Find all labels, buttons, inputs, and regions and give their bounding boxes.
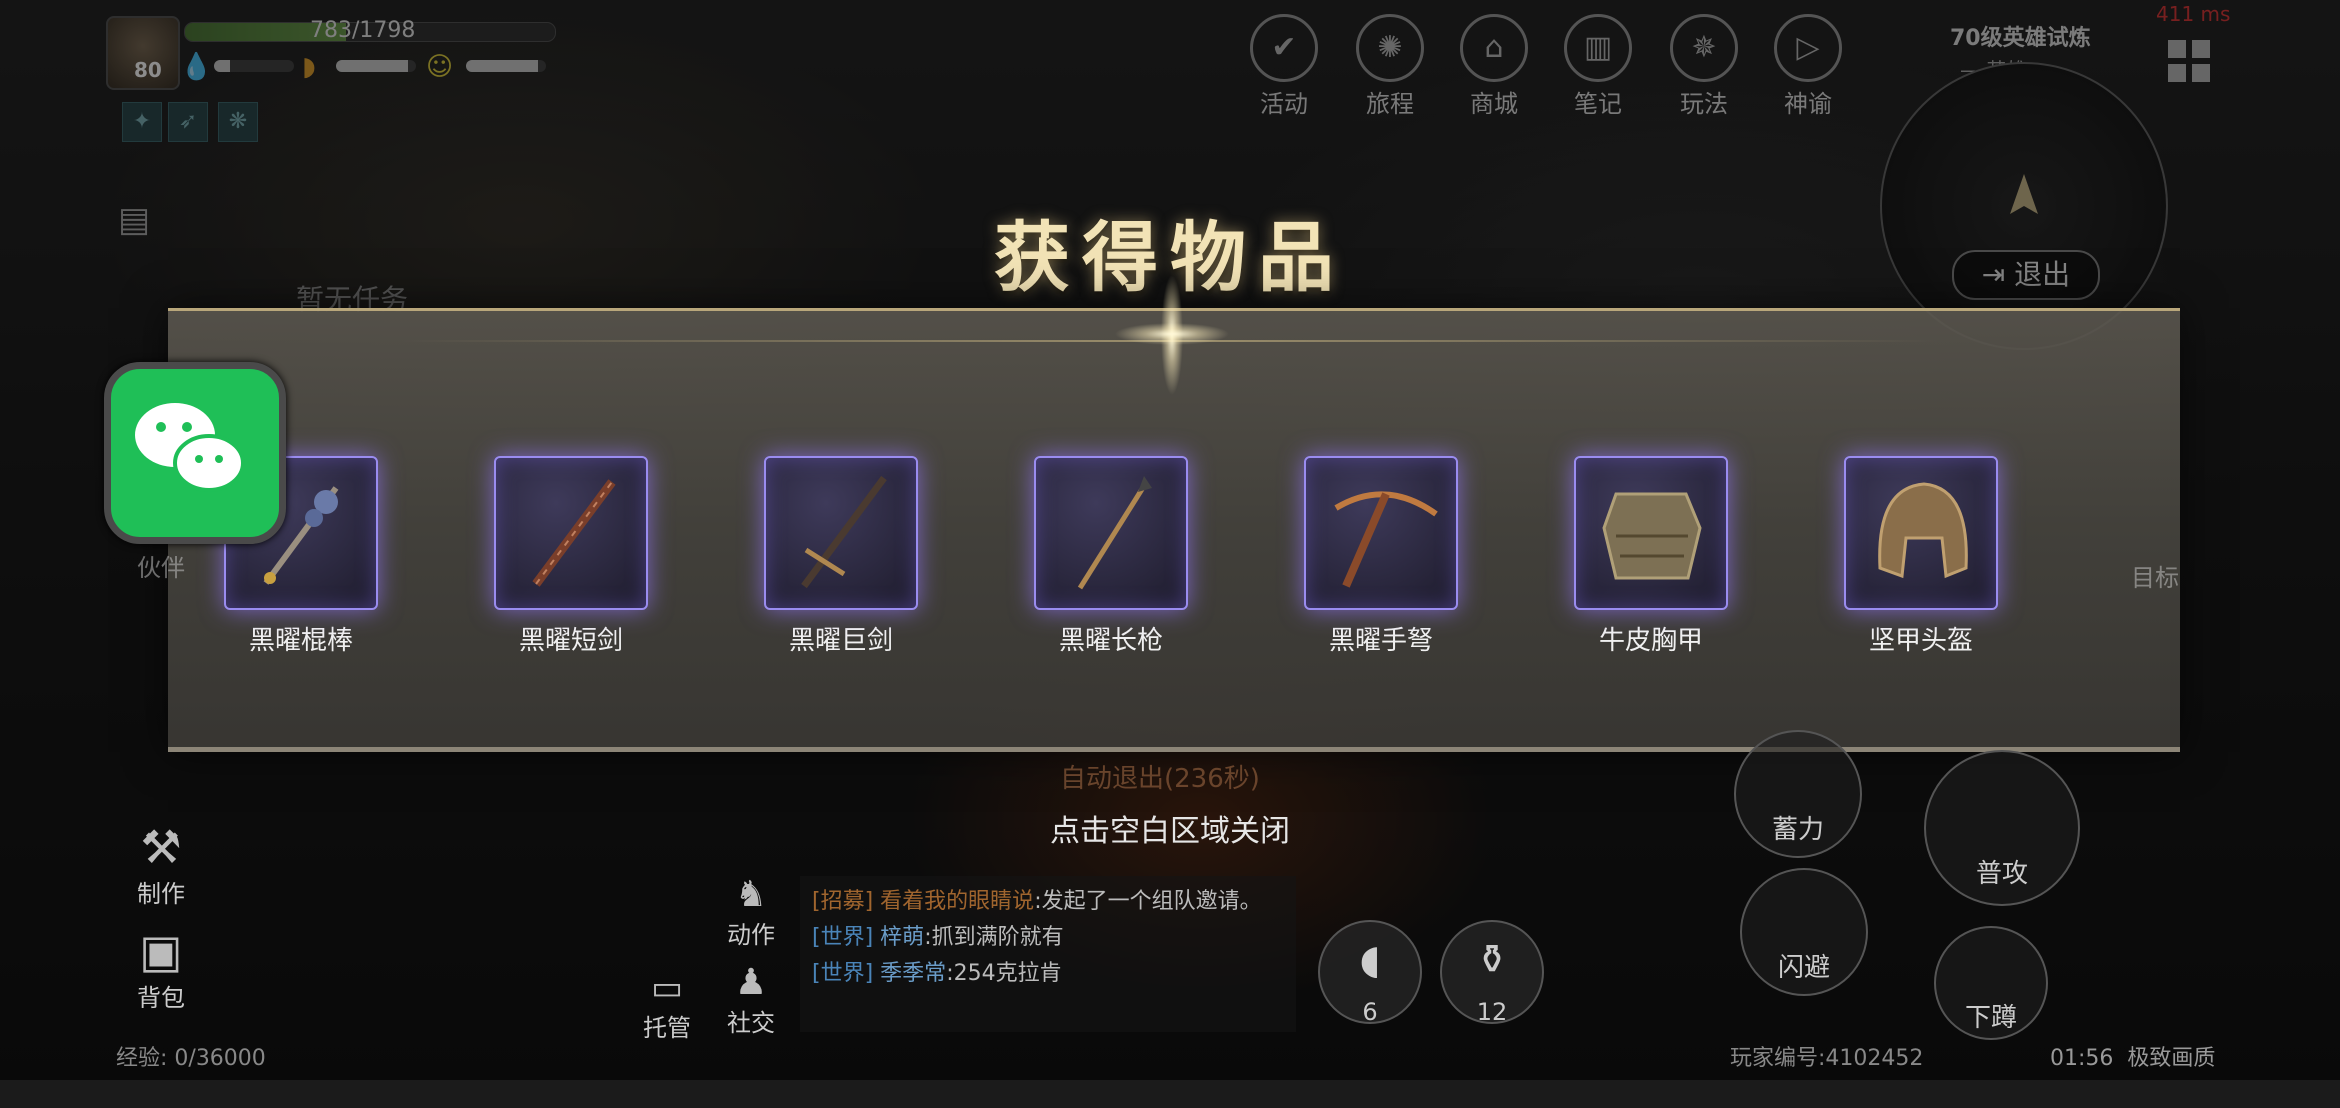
attack-skill-button[interactable]: 普攻 bbox=[1924, 750, 2080, 906]
hammer-icon: ⚒ bbox=[140, 820, 182, 874]
reward-item[interactable]: 坚甲头盔 bbox=[1844, 456, 1998, 657]
wechat-float-button[interactable] bbox=[104, 362, 286, 544]
potion-icon: ⚱ bbox=[1475, 937, 1509, 983]
short-sword-icon bbox=[494, 456, 648, 610]
action-button[interactable]: ♞ 动作 bbox=[706, 874, 796, 950]
spear-icon bbox=[1034, 456, 1188, 610]
player-id: 玩家编号:4102452 bbox=[1730, 1046, 1924, 1071]
auto-button[interactable]: ▭ 托管 bbox=[622, 968, 712, 1043]
reward-item[interactable]: 黑曜短剑 bbox=[494, 456, 648, 657]
quick-slot-potion[interactable]: ⚱ 12 bbox=[1440, 920, 1544, 1026]
exp-text: 经验: 0/36000 bbox=[116, 1046, 266, 1071]
chat-line: [世界] 梓萌:抓到满阶就有 bbox=[812, 925, 1064, 950]
meat-icon: ◖ bbox=[1359, 937, 1381, 983]
bag-button[interactable]: ▣ 背包 bbox=[116, 924, 206, 1013]
crouch-skill-button[interactable]: 下蹲 bbox=[1934, 926, 2048, 1040]
action-pose-icon: ♞ bbox=[734, 874, 768, 915]
charge-skill-button[interactable]: 蓄力 bbox=[1734, 730, 1862, 858]
auto-exit-countdown: 自动退出(236秒) bbox=[1060, 764, 1260, 794]
partner-button[interactable]: 伙伴 bbox=[116, 548, 206, 583]
chat-line: [招募] 看着我的眼睛说:发起了一个组队邀请。 bbox=[812, 889, 1262, 914]
sparkle-icon bbox=[1110, 322, 1234, 346]
wechat-icon bbox=[135, 403, 245, 492]
dodge-skill-button[interactable]: 闪避 bbox=[1740, 868, 1868, 996]
backpack-icon: ▣ bbox=[139, 924, 183, 978]
reward-item[interactable]: 黑曜手弩 bbox=[1304, 456, 1458, 657]
quick-slot-food[interactable]: ◖ 6 bbox=[1318, 920, 1422, 1026]
helmet-icon bbox=[1844, 456, 1998, 610]
chat-box[interactable]: [招募] 看着我的眼睛说:发起了一个组队邀请。 [世界] 梓萌:抓到满阶就有 [… bbox=[800, 876, 1296, 1032]
craft-button[interactable]: ⚒ 制作 bbox=[116, 820, 206, 909]
social-people-icon: ♟ bbox=[734, 962, 768, 1003]
social-button[interactable]: ♟ 社交 bbox=[706, 962, 796, 1038]
reward-item[interactable]: 黑曜长枪 bbox=[1034, 456, 1188, 657]
target-button[interactable]: 目标 bbox=[2110, 558, 2200, 593]
great-sword-icon bbox=[764, 456, 918, 610]
chest-armor-icon bbox=[1574, 456, 1728, 610]
clock: 01:56 极致画质 bbox=[2050, 1046, 2216, 1071]
auto-monitor-icon: ▭ bbox=[650, 968, 684, 1008]
crossbow-icon bbox=[1304, 456, 1458, 610]
chat-line: [世界] 季季常:254克拉肯 bbox=[812, 961, 1062, 986]
reward-item[interactable]: 牛皮胸甲 bbox=[1574, 456, 1728, 657]
reward-item[interactable]: 黑曜巨剑 bbox=[764, 456, 918, 657]
